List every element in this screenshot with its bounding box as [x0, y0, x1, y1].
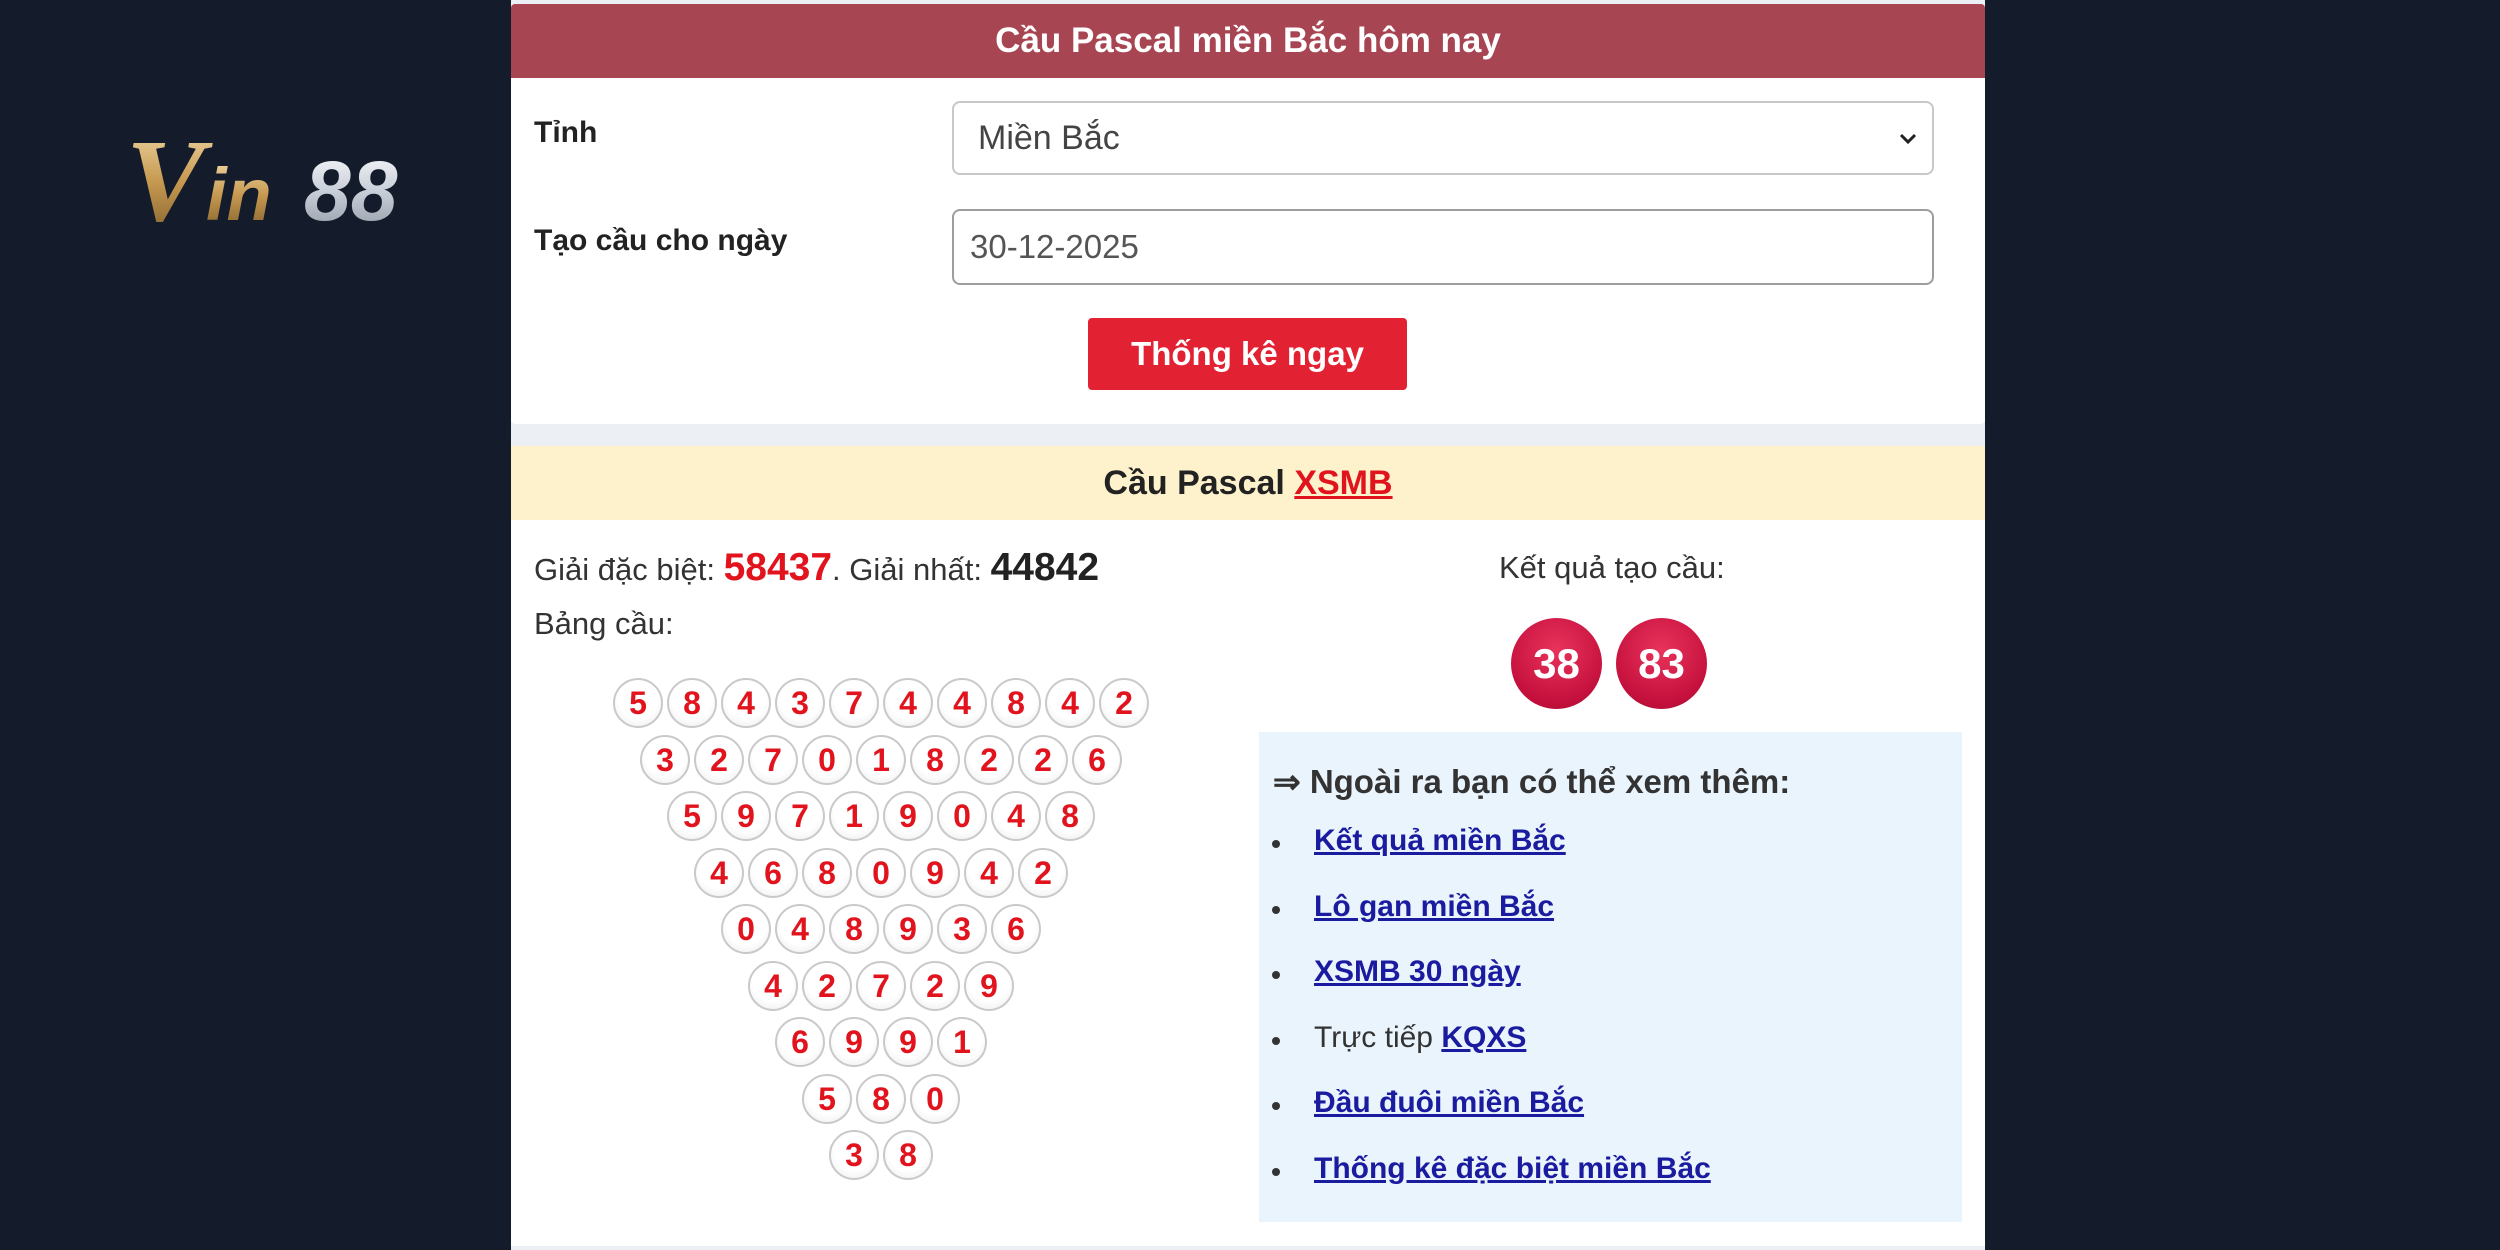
- pascal-cell: 9: [721, 791, 771, 841]
- pascal-cell: 5: [667, 791, 717, 841]
- pascal-cell: 9: [829, 1017, 879, 1067]
- pascal-cell: 9: [883, 791, 933, 841]
- list-item: Thống kê đặc biệt miền Bắc: [1259, 1152, 1711, 1218]
- list-item: Lô gan miền Bắc: [1259, 890, 1711, 956]
- pascal-cell: 8: [910, 734, 960, 785]
- pascal-cell: 6: [991, 904, 1041, 954]
- pascal-cell: 9: [883, 1017, 933, 1067]
- list-item: Trực tiếp KQXS: [1259, 1021, 1711, 1087]
- pascal-cell: 0: [910, 1073, 960, 1124]
- list-item: Kết quả miền Bắc: [1259, 824, 1711, 890]
- see-more-box: ⇒ Ngoài ra bạn có thể xem thêm: Kết quả …: [1259, 732, 1962, 1222]
- pascal-cell: 6: [1072, 734, 1122, 785]
- pascal-cell: 4: [694, 847, 744, 898]
- list-item: Đầu đuôi miền Bắc: [1259, 1086, 1711, 1152]
- pascal-cell: 6: [775, 1017, 825, 1067]
- link-ket-qua-mien-bac[interactable]: Kết quả miền Bắc: [1314, 824, 1566, 857]
- pascal-cell: 6: [748, 847, 798, 898]
- pascal-cell: 8: [802, 847, 852, 898]
- see-more-list: Kết quả miền Bắc Lô gan miền Bắc XSMB 30…: [1259, 824, 1711, 1217]
- link-dau-duoi-mien-bac[interactable]: Đầu đuôi miền Bắc: [1314, 1086, 1584, 1119]
- bullet-icon: [1272, 840, 1280, 848]
- pascal-cell: 2: [802, 960, 852, 1011]
- bullet-icon: [1272, 1102, 1280, 1110]
- pascal-cell: 4: [883, 678, 933, 728]
- outcome-ball: 83: [1616, 618, 1707, 709]
- pascal-cell: 2: [1099, 678, 1149, 728]
- pascal-cell: 4: [991, 791, 1041, 841]
- link-thong-ke-dac-biet[interactable]: Thống kê đặc biệt miền Bắc: [1314, 1152, 1711, 1185]
- pascal-cell: 0: [721, 904, 771, 954]
- pascal-cell: 8: [1045, 791, 1095, 841]
- pascal-cell: 8: [883, 1130, 933, 1180]
- vin88-logo: V in 88: [126, 115, 398, 232]
- link-prefix: Trực tiếp: [1314, 1020, 1442, 1054]
- province-select[interactable]: Miền Bắc: [952, 101, 1934, 175]
- outcome-label: Kết quả tạo cầu:: [1499, 550, 1725, 585]
- pascal-cell: 3: [640, 734, 690, 785]
- form-title: Cầu Pascal miền Bắc hôm nay: [511, 4, 1985, 78]
- pascal-cell: 0: [802, 734, 852, 785]
- pascal-triangle: 5843744842327018226597190484680942048936…: [511, 446, 1251, 1246]
- pascal-cell: 9: [883, 904, 933, 954]
- pascal-cell: 0: [937, 791, 987, 841]
- pascal-cell: 4: [721, 678, 771, 728]
- pascal-cell: 9: [964, 960, 1014, 1011]
- pascal-cell: 4: [964, 847, 1014, 898]
- pascal-cell: 0: [856, 847, 906, 898]
- svg-text:88: 88: [304, 144, 398, 232]
- pascal-form-card: Cầu Pascal miền Bắc hôm nay Tỉnh Miền Bắ…: [511, 4, 1985, 424]
- pascal-cell: 1: [829, 791, 879, 841]
- pascal-cell: 8: [829, 904, 879, 954]
- bullet-icon: [1272, 1167, 1280, 1176]
- pascal-cell: 2: [694, 734, 744, 785]
- pascal-cell: 4: [748, 960, 798, 1011]
- pascal-cell: 7: [829, 678, 879, 728]
- pascal-cell: 1: [856, 734, 906, 785]
- pascal-cell: 2: [1018, 847, 1068, 898]
- bullet-icon: [1272, 1036, 1280, 1045]
- pascal-cell: 3: [775, 678, 825, 728]
- pascal-cell: 4: [775, 904, 825, 954]
- pascal-cell: 8: [667, 678, 717, 728]
- svg-text:V: V: [126, 115, 213, 232]
- pascal-result-card: Cầu Pascal XSMB Giải đặc biệt: 58437. Gi…: [511, 446, 1985, 1246]
- pascal-cell: 5: [802, 1073, 852, 1124]
- pascal-cell: 7: [856, 960, 906, 1011]
- province-select-value: Miền Bắc: [978, 119, 1120, 157]
- list-item: XSMB 30 ngày: [1259, 955, 1711, 1021]
- pascal-cell: 9: [910, 847, 960, 898]
- main-panel: Cầu Pascal miền Bắc hôm nay Tỉnh Miền Bắ…: [511, 0, 1985, 1250]
- pascal-cell: 3: [937, 904, 987, 954]
- link-kqxs[interactable]: KQXS: [1441, 1021, 1526, 1054]
- pascal-cell: 2: [1018, 734, 1068, 785]
- link-lo-gan-mien-bac[interactable]: Lô gan miền Bắc: [1314, 890, 1554, 923]
- chevron-down-icon: [1899, 133, 1917, 145]
- pascal-cell: 4: [1045, 678, 1095, 728]
- date-label: Tạo cầu cho ngày: [534, 224, 788, 257]
- pascal-cell: 2: [910, 960, 960, 1011]
- pascal-cell: 5: [613, 678, 663, 728]
- submit-button[interactable]: Thống kê ngay: [1088, 318, 1407, 390]
- pascal-cell: 2: [964, 734, 1014, 785]
- see-more-title: ⇒ Ngoài ra bạn có thể xem thêm:: [1273, 763, 1791, 800]
- pascal-cell: 1: [937, 1017, 987, 1067]
- pascal-cell: 3: [829, 1130, 879, 1180]
- pascal-cell: 7: [748, 734, 798, 785]
- bullet-icon: [1272, 905, 1280, 914]
- bullet-icon: [1272, 971, 1280, 979]
- svg-text:in: in: [206, 153, 272, 232]
- outcome-ball: 38: [1511, 618, 1602, 709]
- pascal-cell: 8: [991, 678, 1041, 728]
- province-label: Tỉnh: [534, 116, 598, 149]
- pascal-cell: 8: [856, 1073, 906, 1124]
- pascal-cell: 4: [937, 678, 987, 728]
- link-xsmb-30-ngay[interactable]: XSMB 30 ngày: [1314, 955, 1521, 988]
- pascal-cell: 7: [775, 791, 825, 841]
- xsmb-link[interactable]: XSMB: [1294, 464, 1392, 502]
- date-input[interactable]: [952, 209, 1934, 285]
